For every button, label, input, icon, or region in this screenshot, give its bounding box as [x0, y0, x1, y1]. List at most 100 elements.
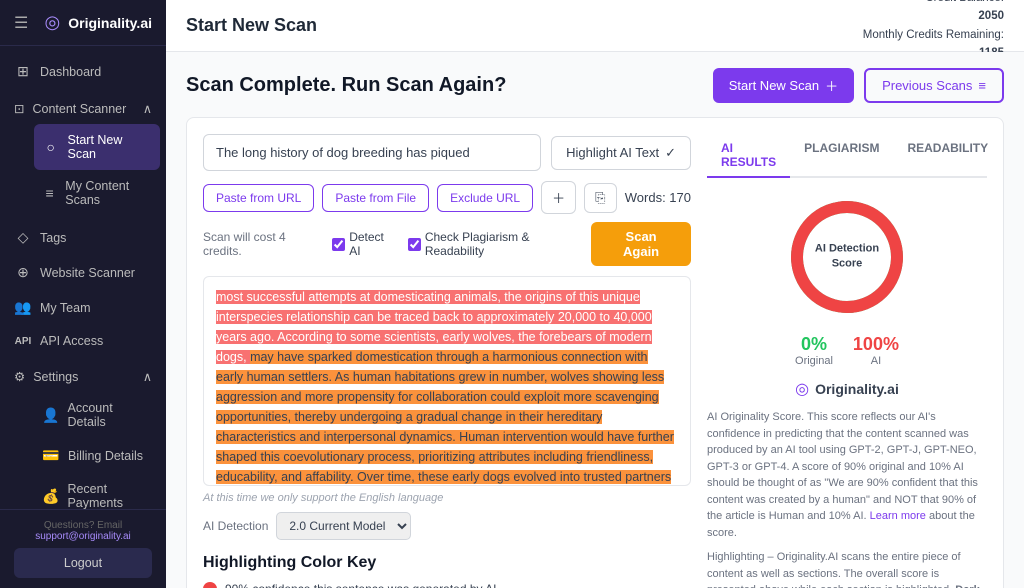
paste-from-file-button[interactable]: Paste from File	[322, 184, 429, 212]
score-label: AI Detection Score	[815, 242, 879, 273]
payments-icon: 💰	[42, 488, 59, 505]
color-key-item-red: 90% confidence this sentence was generat…	[203, 582, 691, 588]
plagiarism-checkbox[interactable]	[408, 238, 421, 251]
sidebar-item-label: Recent Payments	[67, 482, 152, 509]
account-icon: 👤	[42, 407, 60, 424]
copy-icon-button[interactable]: ⎘	[584, 183, 616, 213]
support-text: Questions? Email support@originality.ai	[14, 520, 152, 542]
my-scans-icon: ≡	[42, 185, 57, 201]
learn-more-link[interactable]: Learn more	[870, 510, 926, 522]
sidebar-item-my-content-scans[interactable]: ≡ My Content Scans	[28, 170, 166, 216]
topbar: Start New Scan Credit Balance: 2050 Mont…	[166, 0, 1024, 52]
chevron-icon: ∧	[143, 101, 152, 116]
color-key-section: Highlighting Color Key 90% confidence th…	[203, 554, 691, 588]
color-key-items: 90% confidence this sentence was generat…	[203, 582, 691, 588]
highlight-ai-text-button[interactable]: Highlight AI Text ✓	[551, 136, 691, 170]
tab-plagiarism[interactable]: PLAGIARISM	[790, 134, 893, 178]
scan-text-input[interactable]	[203, 134, 541, 171]
support-email-link[interactable]: support@originality.ai	[35, 531, 131, 542]
score-circle: AI Detection Score	[782, 192, 912, 322]
color-key-title: Highlighting Color Key	[203, 554, 691, 572]
checkmark-icon: ✓	[665, 145, 676, 161]
scan-left-panel: Highlight AI Text ✓ Paste from URL Paste…	[203, 134, 691, 588]
sidebar-nav: ⊞ Dashboard ⊡ Content Scanner ∧ ○ Start …	[0, 46, 166, 509]
previous-scans-button[interactable]: Previous Scans ≡	[864, 68, 1004, 103]
scan-body: Highlight AI Text ✓ Paste from URL Paste…	[203, 134, 987, 588]
score-circle-container: AI Detection Score	[707, 192, 987, 322]
tags-icon: ◇	[14, 229, 32, 246]
dashboard-icon: ⊞	[14, 63, 32, 80]
ai-pct-value: 100%	[853, 334, 899, 355]
main-content: Start New Scan Credit Balance: 2050 Mont…	[166, 0, 1024, 588]
button-row: Paste from URL Paste from File Exclude U…	[203, 181, 691, 214]
sidebar-item-label: Account Details	[68, 401, 152, 429]
sidebar-sub-content: ○ Start New Scan ≡ My Content Scans	[0, 124, 166, 216]
sidebar-item-content-scanner[interactable]: ⊡ Content Scanner ∧	[0, 93, 166, 124]
sidebar-item-website-scanner[interactable]: ⊕ Website Scanner	[0, 255, 166, 290]
exclude-url-button[interactable]: Exclude URL	[437, 184, 533, 212]
settings-icon: ⚙	[14, 369, 25, 384]
ai-score: 100% AI	[853, 334, 899, 367]
plus-icon: ＋	[825, 76, 838, 95]
start-scan-icon: ○	[42, 139, 60, 155]
sidebar-item-label: Billing Details	[68, 449, 143, 463]
content-area: Scan Complete. Run Scan Again? Start New…	[166, 52, 1024, 588]
plagiarism-checkbox-label[interactable]: Check Plagiarism & Readability	[408, 230, 575, 258]
ai-detection-dropdown[interactable]: 2.0 Current Model	[276, 512, 411, 540]
sidebar-item-tags[interactable]: ◇ Tags	[0, 220, 166, 255]
language-note: At this time we only support the English…	[203, 492, 691, 504]
red-dot	[203, 582, 217, 588]
tab-ai-results[interactable]: AI RESULTS	[707, 134, 790, 178]
chevron-settings-icon: ∧	[143, 369, 152, 384]
brand-name-text: Originality.ai	[815, 381, 899, 397]
sidebar-item-label: Tags	[40, 231, 66, 245]
sidebar-footer: Questions? Email support@originality.ai …	[0, 509, 166, 588]
ai-pct-label: AI	[853, 355, 899, 367]
score-description: AI Originality Score. This score reflect…	[707, 409, 987, 541]
sidebar-item-account-details[interactable]: 👤 Account Details	[28, 392, 166, 438]
sidebar: ☰ ◎ Originality.ai ⊞ Dashboard ⊡ Content…	[0, 0, 166, 588]
sidebar-item-my-team[interactable]: 👥 My Team	[0, 290, 166, 325]
sidebar-item-settings[interactable]: ⚙ Settings ∧	[0, 361, 166, 392]
add-icon-button[interactable]: ＋	[541, 181, 576, 214]
original-pct-label: Original	[795, 355, 833, 367]
start-new-scan-button[interactable]: Start New Scan ＋	[713, 68, 854, 103]
content-scanner-icon: ⊡	[14, 101, 24, 116]
sidebar-item-dashboard[interactable]: ⊞ Dashboard	[0, 54, 166, 89]
color-key-label-red: 90% confidence this sentence was generat…	[225, 582, 500, 588]
scan-cost-text: Scan will cost 4 credits.	[203, 230, 316, 258]
ai-detection-select: AI Detection 2.0 Current Model	[203, 512, 691, 540]
detect-ai-checkbox[interactable]	[332, 238, 345, 251]
page-title: Start New Scan	[186, 15, 317, 36]
sidebar-item-label: My Content Scans	[65, 179, 152, 207]
scan-complete-title: Scan Complete. Run Scan Again?	[186, 74, 506, 97]
sidebar-group-content-scanner: ⊡ Content Scanner ∧ ○ Start New Scan ≡ M…	[0, 93, 166, 216]
scan-card: Highlight AI Text ✓ Paste from URL Paste…	[186, 117, 1004, 588]
scan-again-button[interactable]: Scan Again	[591, 222, 691, 266]
menu-icon[interactable]: ☰	[14, 13, 28, 33]
result-tabs: AI RESULTS PLAGIARISM READABILITY	[707, 134, 987, 178]
sidebar-item-label: My Team	[40, 301, 90, 315]
highlighted-text-area: most successful attempts at domesticatin…	[203, 276, 691, 486]
sidebar-item-label: Start New Scan	[68, 133, 152, 161]
logout-button[interactable]: Logout	[14, 548, 152, 578]
billing-icon: 💳	[42, 447, 60, 464]
detect-ai-checkbox-label[interactable]: Detect AI	[332, 230, 392, 258]
list-icon: ≡	[978, 78, 986, 93]
sidebar-item-api-access[interactable]: API API Access	[0, 325, 166, 357]
sidebar-item-start-new-scan[interactable]: ○ Start New Scan	[34, 124, 160, 170]
score-label-text: AI Detection Score	[815, 242, 879, 273]
logo-icon: ◎	[45, 12, 61, 33]
team-icon: 👥	[14, 299, 32, 316]
paste-from-url-button[interactable]: Paste from URL	[203, 184, 314, 212]
tab-readability[interactable]: READABILITY	[893, 134, 1002, 178]
api-icon: API	[14, 336, 32, 347]
sidebar-item-billing-details[interactable]: 💳 Billing Details	[28, 438, 166, 473]
sidebar-item-label: Dashboard	[40, 65, 101, 79]
sidebar-item-recent-payments[interactable]: 💰 Recent Payments	[28, 473, 166, 509]
sidebar-item-label: Content Scanner	[32, 102, 126, 116]
input-row: Highlight AI Text ✓	[203, 134, 691, 171]
sidebar-sub-settings: 👤 Account Details 💳 Billing Details 💰 Re…	[0, 392, 166, 509]
website-scanner-icon: ⊕	[14, 264, 32, 281]
score-percentages: 0% Original 100% AI	[707, 334, 987, 367]
